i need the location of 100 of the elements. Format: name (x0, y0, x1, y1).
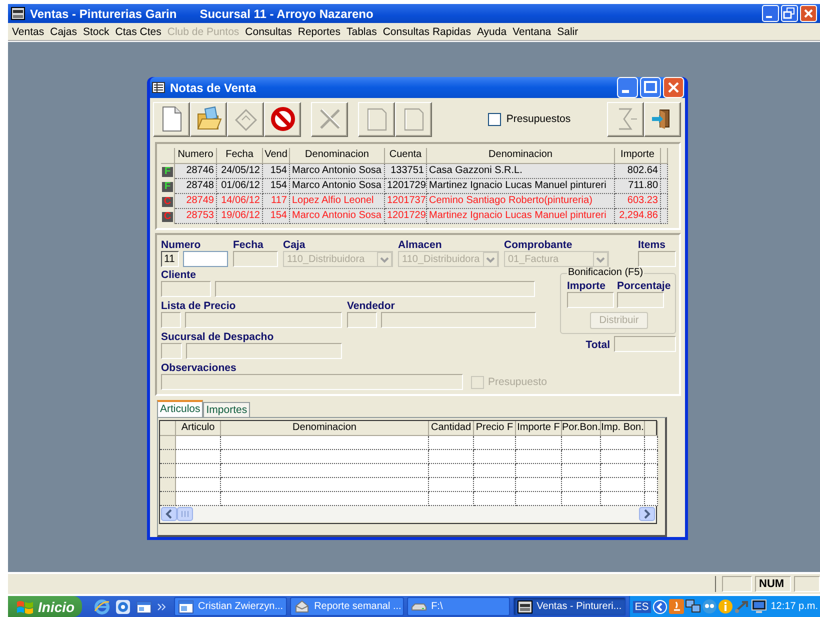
text-field[interactable] (233, 251, 278, 267)
table-cell: 1201729 (385, 179, 427, 194)
field-label: Cliente (161, 269, 198, 281)
column-header: Numero (175, 148, 217, 164)
field-label: Importe (567, 280, 607, 292)
table-cell (562, 478, 601, 492)
chevron-icon[interactable] (157, 602, 166, 610)
table-cell (645, 436, 658, 450)
menu-item[interactable]: Consultas Rapidas (380, 26, 474, 38)
tab[interactable]: Articulos (157, 400, 204, 417)
column-header: Importe (615, 148, 661, 164)
table-cell (645, 478, 658, 492)
column-header: Vend (263, 148, 290, 164)
table-cell: 2,294.86 (615, 209, 661, 224)
tab[interactable]: Importes (203, 402, 250, 417)
field-label: Vendedor (347, 300, 396, 312)
table-cell (562, 450, 601, 464)
toolbar-button[interactable] (153, 102, 190, 136)
table-cell: 28749 (175, 194, 217, 209)
text-field[interactable] (381, 312, 536, 328)
text-field[interactable] (617, 292, 664, 308)
menu-item[interactable]: Reportes (294, 26, 344, 38)
menu-item[interactable]: Salir (554, 26, 582, 38)
menu-item[interactable]: Ventana (510, 26, 554, 38)
scroll-thumb[interactable] (177, 507, 193, 521)
field-label: Almacen (398, 239, 443, 251)
taskbar-button[interactable]: Cristian Zwierzyn... (174, 597, 288, 616)
text-field[interactable] (215, 281, 535, 297)
browser-icon[interactable] (94, 598, 110, 614)
scroll-right-button[interactable] (639, 507, 655, 521)
text-field[interactable] (161, 374, 463, 390)
app-icon (11, 7, 25, 20)
menu-item[interactable]: Ventas (9, 26, 48, 38)
table-cell (601, 492, 645, 506)
status-pane (794, 576, 820, 592)
language-indicator[interactable]: ES (632, 600, 651, 612)
menu-item[interactable]: Cajas (47, 26, 80, 38)
menu-item[interactable]: Tablas (343, 26, 380, 38)
maximize-button[interactable] (640, 77, 661, 98)
caret-icon (593, 252, 608, 266)
toolbar-button[interactable] (190, 102, 227, 136)
window-subtitle: Sucursal 11 - Arroyo Nazareno (200, 6, 374, 20)
text-field[interactable] (183, 251, 228, 267)
table-cell: 19/06/12 (217, 209, 263, 224)
table-cell (601, 464, 645, 478)
taskbar-button[interactable]: Reporte semanal ... (290, 597, 404, 616)
table-cell (429, 478, 474, 492)
text-field[interactable] (161, 312, 181, 328)
text-field[interactable]: 11 (161, 251, 179, 267)
monitor-icon[interactable] (750, 599, 767, 614)
text-field[interactable] (185, 312, 342, 328)
menu-item[interactable]: Ayuda (474, 26, 510, 38)
envelope-icon (294, 598, 310, 614)
expand-arrow-icon[interactable] (652, 598, 668, 614)
text-field[interactable] (186, 343, 342, 359)
field-label: Caja (283, 239, 306, 251)
window-icon[interactable] (136, 598, 152, 614)
checkbox-label[interactable]: Presupuestos (506, 113, 571, 125)
table-cell (601, 478, 645, 492)
windows-logo-icon (16, 598, 34, 614)
text-field[interactable] (161, 281, 211, 297)
close-button[interactable] (800, 5, 817, 22)
scroll-left-button[interactable] (161, 507, 177, 521)
field-label: Comprobante (504, 239, 574, 251)
restore-button[interactable] (781, 5, 798, 22)
table-cell (176, 492, 221, 506)
menu-item[interactable]: Stock (80, 26, 112, 38)
menu-item[interactable]: Ctas Ctes (112, 26, 164, 38)
text-field[interactable] (161, 343, 182, 359)
table-cell (516, 492, 562, 506)
column-header (661, 148, 668, 164)
text-field[interactable] (347, 312, 377, 328)
table-cell (516, 450, 562, 464)
menu-item[interactable]: Consultas (242, 26, 295, 38)
minimize-button[interactable] (617, 77, 638, 98)
status-flag: C (162, 212, 174, 222)
status-indicator: NUM (755, 576, 791, 592)
table-cell: Cemino Santiago Roberto(pintureria) (427, 194, 615, 209)
caret-icon (483, 252, 498, 266)
toolbar-button[interactable] (644, 102, 681, 136)
table-cell (562, 464, 601, 478)
text-field[interactable] (638, 251, 676, 267)
text-field[interactable] (614, 336, 676, 352)
field-label: Numero (161, 239, 202, 251)
column-header: Denominacion (290, 148, 385, 164)
close-button[interactable] (663, 77, 684, 98)
table-cell: 14/06/12 (217, 194, 263, 209)
start-button[interactable]: Inicio (8, 596, 82, 617)
taskbar-button[interactable]: Ventas - Pintureri... (512, 597, 626, 616)
text-field[interactable] (567, 292, 614, 308)
table-cell (645, 492, 658, 506)
table-cell (516, 436, 562, 450)
table-cell: Casa Gazzoni S.R.L. (427, 164, 615, 179)
checkbox[interactable] (488, 112, 502, 126)
info-icon[interactable] (718, 599, 733, 614)
status-flag: C (162, 196, 174, 206)
table-cell: 24/05/12 (217, 164, 263, 179)
taskbar-button[interactable]: F:\ (407, 597, 510, 616)
toolbar-button[interactable] (264, 102, 301, 136)
minimize-button[interactable] (762, 5, 779, 22)
